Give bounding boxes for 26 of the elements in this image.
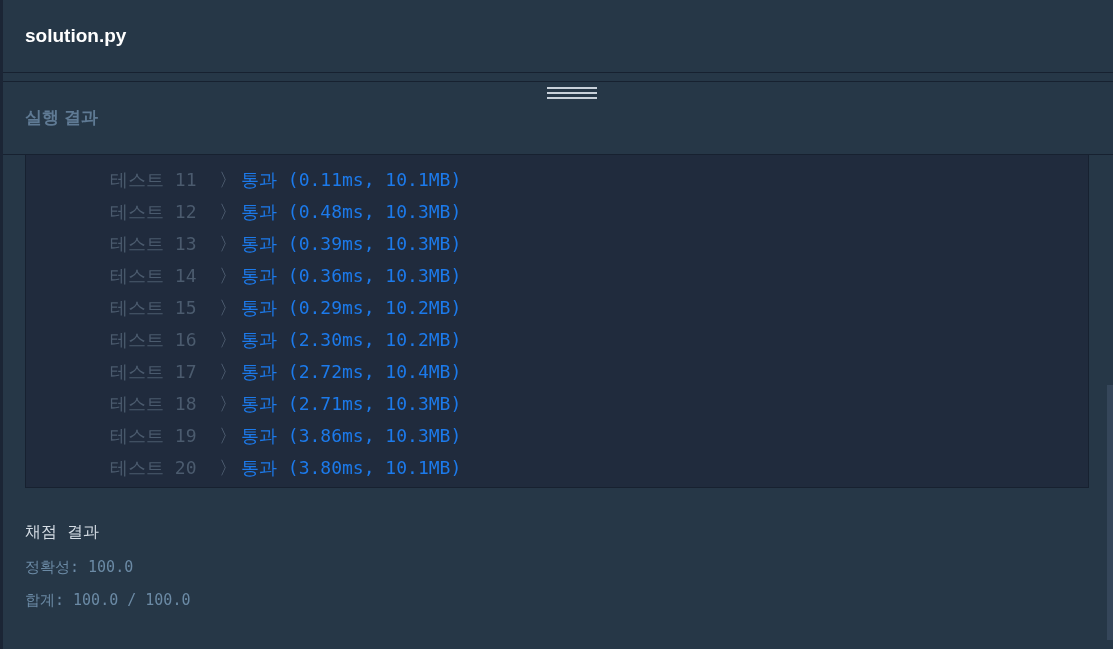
test-result: 통과 (2.71ms, 10.3MB)	[241, 391, 462, 416]
chevron-separator: 〉	[219, 295, 238, 320]
grading-line: 합계: 100.0 / 100.0	[25, 589, 192, 611]
test-result: 통과 (0.36ms, 10.3MB)	[241, 263, 462, 288]
chevron-separator: 〉	[219, 391, 238, 416]
test-result: 통과 (0.29ms, 10.2MB)	[241, 295, 462, 320]
grading-title: 채점 결과	[25, 521, 100, 543]
test-result: 통과 (0.11ms, 10.1MB)	[241, 167, 462, 192]
test-result: 통과 (0.48ms, 10.3MB)	[241, 199, 462, 224]
chevron-separator: 〉	[219, 167, 238, 192]
test-result: 통과 (3.86ms, 10.3MB)	[241, 423, 462, 448]
chevron-separator: 〉	[219, 263, 238, 288]
test-result: 통과 (2.72ms, 10.4MB)	[241, 359, 462, 384]
test-result: 통과 (2.30ms, 10.2MB)	[241, 327, 462, 352]
chevron-separator: 〉	[219, 455, 238, 480]
chevron-separator: 〉	[219, 327, 238, 352]
chevron-separator: 〉	[219, 423, 238, 448]
grading-line: 정확성: 100.0	[25, 557, 135, 578]
chevron-separator: 〉	[219, 199, 238, 224]
test-result: 통과 (0.39ms, 10.3MB)	[241, 231, 462, 256]
chevron-separator: 〉	[219, 359, 238, 384]
chevron-separator: 〉	[219, 231, 238, 256]
file-name-tab[interactable]: solution.py	[25, 21, 127, 51]
test-result: 통과 (3.80ms, 10.1MB)	[241, 455, 462, 480]
panel-title: 실행 결과	[25, 107, 98, 130]
resize-handle-icon[interactable]	[547, 86, 597, 100]
